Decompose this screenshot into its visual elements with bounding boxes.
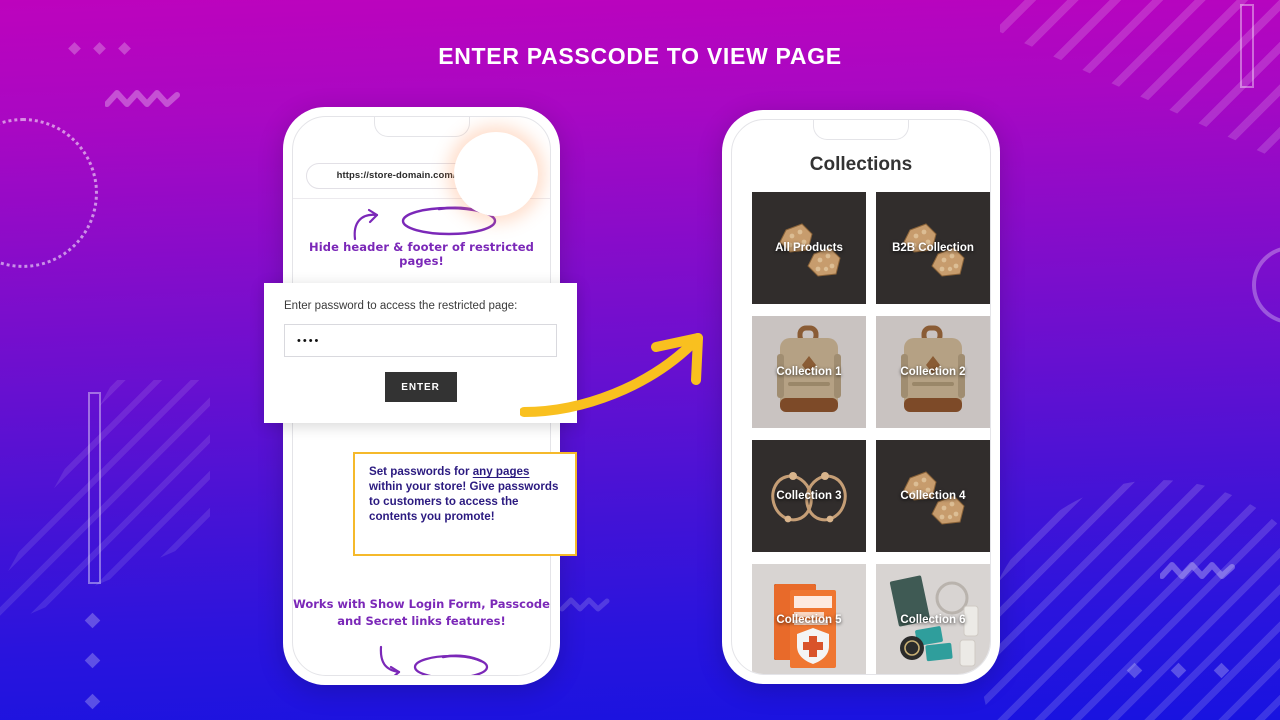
collection-tile-label: B2B Collection [892,242,974,254]
collection-tile[interactable]: Collection 2 [876,316,990,428]
note-hide-header-footer: Hide header & footer of restricted pages… [309,240,534,268]
collection-tile-label: Collection 4 [900,490,966,502]
page-title: ENTER PASSCODE TO VIEW PAGE [438,43,842,69]
collections-heading: Collections [809,154,913,175]
zigzag-shape [105,90,180,107]
diamond-shape [1213,662,1230,679]
collection-tile[interactable]: Collection 3 [752,440,866,552]
callout-part2: within your store! Give passwords to cus… [369,480,559,524]
phone-notch [373,117,470,137]
zigzag-shape [560,597,610,612]
callout-underlined: any pages [472,465,530,478]
dotted-circle-left [0,118,98,268]
scribble-arrow-bottom-icon [379,645,489,675]
callout-text: Set passwords for any pages within your … [369,464,561,524]
password-form-label: Enter password to access the restricted … [284,300,518,312]
diamond-shape [84,652,101,669]
enter-button[interactable]: ENTER [384,372,457,402]
zigzag-shape [1160,562,1235,579]
collection-tile[interactable]: Collection 6 [876,564,990,674]
collections-grid: All Products B2B Collection Collection 1 [752,192,990,674]
collection-tile[interactable]: B2B Collection [876,192,990,304]
diamond-shape [84,693,101,710]
diagonal-stripes-left [0,380,210,640]
right-phone-mockup: Collections All Products B2B Collection … [722,110,1000,684]
collection-tile[interactable]: All Products [752,192,866,304]
note-works-with-features: Works with Show Login Form, Passcode and… [293,596,550,631]
yellow-curved-arrow-icon [520,333,703,417]
ring-circle-right [1252,246,1280,324]
note-line-2: and Secret links features! [337,614,506,629]
collection-tile-label: Collection 1 [776,366,842,378]
collection-tile-label: Collection 5 [776,614,842,626]
feature-callout-box: Set passwords for any pages within your … [353,452,577,556]
diamond-shape [1170,662,1187,679]
outline-bar-left [88,392,101,584]
spotlight-highlight [454,132,538,216]
collection-tile-label: Collection 6 [900,614,966,626]
note-line-1: Works with Show Login Form, Passcode [293,597,550,611]
callout-part1: Set passwords for [369,465,473,478]
diamond-shape [84,612,101,629]
right-phone-screen: Collections All Products B2B Collection … [731,119,991,675]
collection-tile-label: Collection 2 [900,366,966,378]
collection-tile-label: All Products [775,242,843,254]
collection-tile[interactable]: Collection 5 [752,564,866,674]
collection-tile[interactable]: Collection 4 [876,440,990,552]
password-input[interactable]: •••• [284,324,557,357]
collection-tile-label: Collection 3 [776,490,842,502]
collection-tile[interactable]: Collection 1 [752,316,866,428]
diagonal-stripes-top-right [1000,0,1280,170]
striped-circle-bottom-right [980,480,1280,720]
diamond-shape [1126,662,1143,679]
phone-notch [813,120,909,140]
